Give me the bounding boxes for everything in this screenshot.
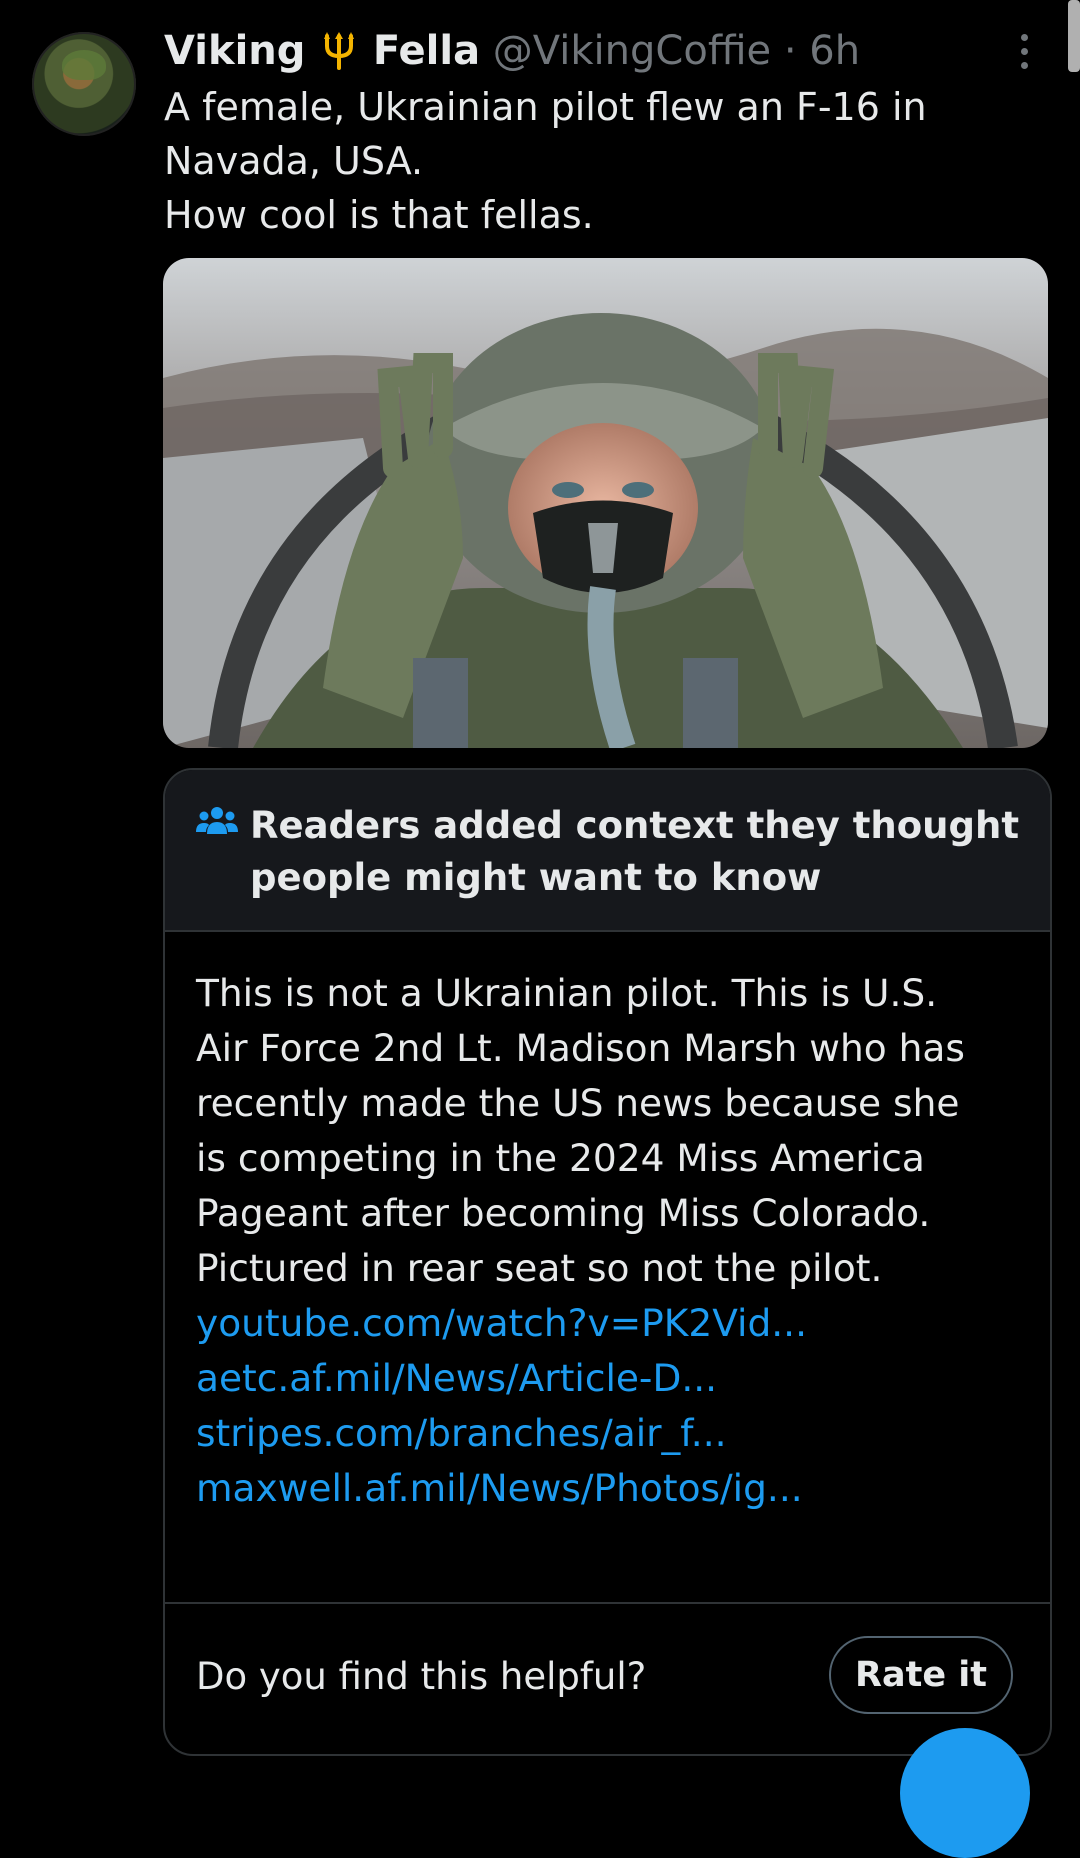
more-options-icon[interactable]: [1014, 34, 1034, 76]
scrollbar[interactable]: [1068, 0, 1080, 72]
note-body-line: is competing in the 2024 Miss America: [196, 1136, 925, 1180]
divider: [165, 1602, 1050, 1604]
note-body-line: Pageant after becoming Miss Colorado.: [196, 1191, 931, 1235]
tweet-text-line: A female, Ukrainian pilot flew an F-16 i…: [164, 85, 927, 129]
tweet-text: A female, Ukrainian pilot flew an F-16 i…: [164, 80, 1024, 242]
source-link-youtube[interactable]: youtube.com/watch?v=PK2Vid...: [196, 1296, 1016, 1351]
source-link-aetc[interactable]: aetc.af.mil/News/Article-D...: [196, 1351, 1016, 1406]
display-name-part1[interactable]: Viking: [164, 28, 305, 74]
note-body-line: Pictured in rear seat so not the pilot.: [196, 1246, 883, 1290]
people-icon: [196, 807, 238, 834]
helpful-prompt: Do you find this helpful?: [196, 1655, 647, 1698]
community-note-card: Readers added context they thought peopl…: [163, 768, 1052, 1756]
community-note-title: Readers added context they thought peopl…: [250, 800, 1020, 904]
tweet-photo[interactable]: [163, 258, 1048, 748]
source-link-stripes[interactable]: stripes.com/branches/air_f...: [196, 1406, 1016, 1461]
compose-fab-button[interactable]: [900, 1728, 1030, 1858]
community-note-header: Readers added context they thought peopl…: [165, 770, 1050, 932]
note-title-line: Readers added context they thought: [250, 804, 1020, 847]
rate-it-button[interactable]: Rate it: [829, 1636, 1013, 1714]
note-title-line: people might want to know: [250, 856, 822, 899]
avatar[interactable]: [32, 32, 136, 136]
display-name-part2[interactable]: Fella: [373, 28, 480, 74]
trident-icon: [322, 30, 356, 82]
note-body-line: Air Force 2nd Lt. Madison Marsh who has: [196, 1026, 965, 1070]
source-link-maxwell[interactable]: maxwell.af.mil/News/Photos/ig...: [196, 1461, 1016, 1516]
tweet-text-line: How cool is that fellas.: [164, 193, 594, 237]
tweet-text-line: Navada, USA.: [164, 139, 424, 183]
note-body-line: recently made the US news because she: [196, 1081, 960, 1125]
note-body-line: This is not a Ukrainian pilot. This is U…: [196, 971, 938, 1015]
community-note-body: This is not a Ukrainian pilot. This is U…: [196, 966, 1016, 1516]
handle-and-time[interactable]: @VikingCoffie · 6h: [493, 28, 860, 74]
tweet-header: Viking Fella @VikingCoffie · 6h: [164, 26, 860, 82]
